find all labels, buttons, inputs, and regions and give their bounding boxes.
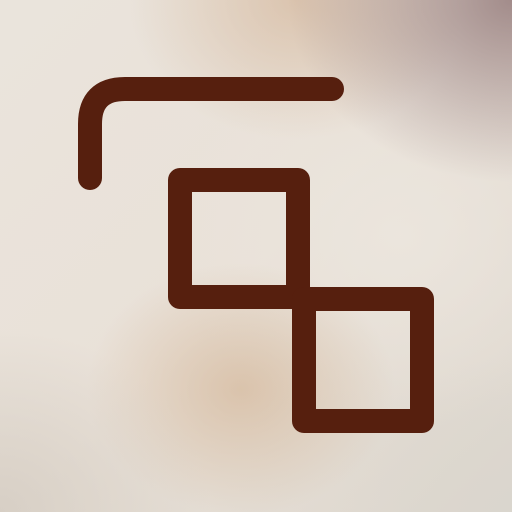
- lower-square: [292, 287, 434, 433]
- upper-square: [168, 168, 310, 309]
- app-icon: [0, 0, 512, 512]
- corner-bracket-stroke: [78, 77, 344, 190]
- duplicate-squares-icon: [78, 77, 434, 433]
